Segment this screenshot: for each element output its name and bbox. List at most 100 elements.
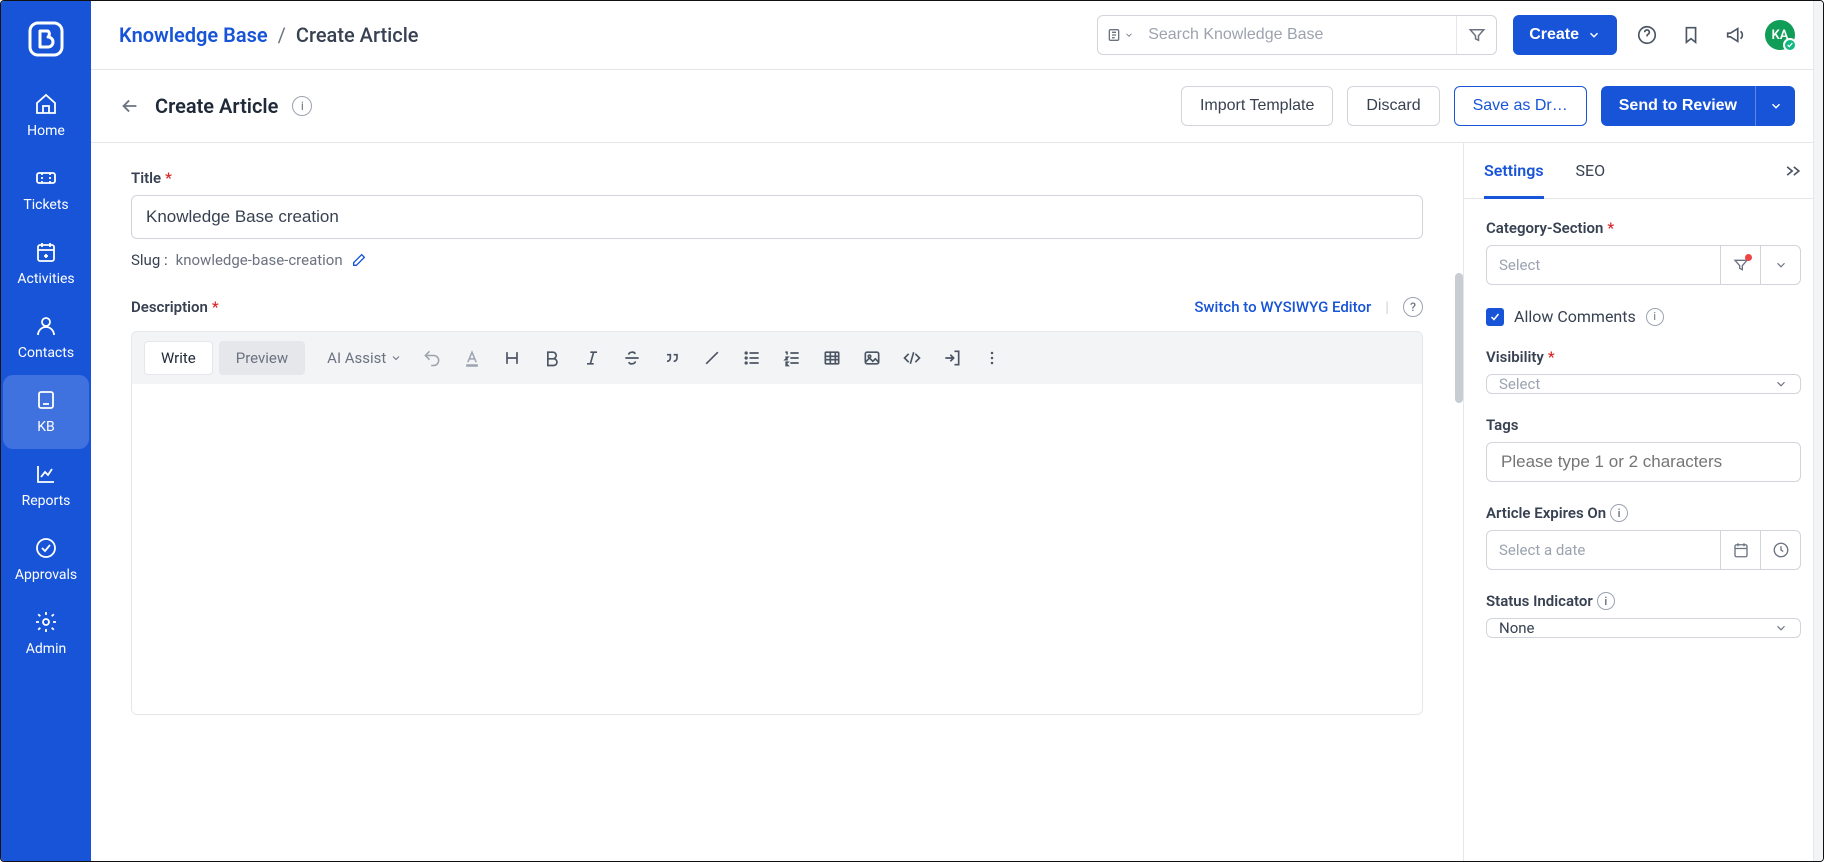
visibility-label: Visibility* (1486, 348, 1801, 366)
expand-panel-icon[interactable] (1783, 161, 1803, 181)
scrollbar-thumb[interactable] (1455, 273, 1463, 403)
sidebar-item-label: Activities (17, 271, 74, 287)
code-icon[interactable] (894, 340, 930, 376)
editor-tab-preview[interactable]: Preview (219, 341, 305, 375)
title-input[interactable] (131, 195, 1423, 239)
description-label: Description* (131, 298, 219, 316)
search-scope-dropdown[interactable] (1098, 16, 1142, 54)
sidebar-item-activities[interactable]: Activities (3, 227, 89, 301)
text-color-icon[interactable] (454, 340, 490, 376)
sidebar-item-reports[interactable]: Reports (3, 449, 89, 523)
sidebar-item-contacts[interactable]: Contacts (3, 301, 89, 375)
chart-icon (33, 461, 59, 487)
italic-icon[interactable] (574, 340, 610, 376)
back-button[interactable] (119, 95, 141, 117)
breadcrumb-separator: / (278, 23, 286, 47)
tab-settings[interactable]: Settings (1484, 143, 1544, 198)
category-filter-button[interactable] (1721, 245, 1761, 285)
divider-icon[interactable] (694, 340, 730, 376)
search-filter-button[interactable] (1456, 16, 1496, 54)
send-review-dropdown[interactable] (1755, 86, 1795, 126)
visibility-select[interactable]: Select (1486, 374, 1801, 394)
announcement-icon[interactable] (1721, 21, 1749, 49)
tags-label: Tags (1486, 416, 1801, 434)
gear-icon (33, 609, 59, 635)
check-circle-icon (33, 535, 59, 561)
editor-column: Title* Slug : knowledge-base-creation De… (91, 143, 1463, 861)
status-label: Status Indicator i (1486, 592, 1801, 610)
allow-comments-label: Allow Comments (1514, 307, 1636, 326)
bullet-list-icon[interactable] (734, 340, 770, 376)
topbar: Knowledge Base / Create Article Create (91, 1, 1823, 70)
bookmark-icon[interactable] (1677, 21, 1705, 49)
breadcrumb-root[interactable]: Knowledge Base (119, 23, 268, 47)
sidebar-item-admin[interactable]: Admin (3, 597, 89, 671)
bold-icon[interactable] (534, 340, 570, 376)
home-icon (33, 91, 59, 117)
app-logo[interactable] (24, 17, 68, 61)
numbered-list-icon[interactable] (774, 340, 810, 376)
table-icon[interactable] (814, 340, 850, 376)
heading-icon[interactable] (494, 340, 530, 376)
sidebar-item-approvals[interactable]: Approvals (3, 523, 89, 597)
ai-assist-button[interactable]: AI Assist (327, 349, 402, 367)
window-scrollbar[interactable] (1813, 1, 1823, 861)
send-review-button[interactable]: Send to Review (1601, 86, 1755, 126)
save-draft-button[interactable]: Save as Dr… (1454, 86, 1587, 126)
sidebar-item-label: Contacts (18, 345, 74, 361)
tab-seo[interactable]: SEO (1576, 143, 1606, 198)
more-icon[interactable] (974, 340, 1010, 376)
allow-comments-info-icon[interactable]: i (1646, 308, 1664, 326)
help-icon[interactable] (1633, 21, 1661, 49)
status-dot-icon (1783, 38, 1797, 52)
calendar-picker-icon[interactable] (1721, 530, 1761, 570)
create-button[interactable]: Create (1513, 15, 1617, 55)
editor-tab-write[interactable]: Write (144, 341, 213, 375)
import-template-button[interactable]: Import Template (1181, 86, 1333, 126)
sidebar-item-kb[interactable]: KB (3, 375, 89, 449)
sidebar-item-label: Approvals (15, 567, 77, 583)
status-select[interactable]: None (1486, 618, 1801, 638)
quote-icon[interactable] (654, 340, 690, 376)
slug-label: Slug : (131, 251, 168, 269)
sidebar-item-label: Reports (22, 493, 71, 509)
actionbar: Create Article i Import Template Discard… (91, 70, 1823, 143)
image-icon[interactable] (854, 340, 890, 376)
create-button-label: Create (1529, 26, 1579, 44)
slug-row: Slug : knowledge-base-creation (131, 251, 1423, 269)
info-icon[interactable]: i (292, 96, 312, 116)
category-label: Category-Section* (1486, 219, 1801, 237)
editor-box: Write Preview AI Assist (131, 331, 1423, 715)
sidebar-item-home[interactable]: Home (3, 79, 89, 153)
editor-toolbar: Write Preview AI Assist (132, 332, 1422, 384)
tags-input[interactable] (1486, 442, 1801, 482)
expires-date-input[interactable]: Select a date (1486, 530, 1721, 570)
search-input[interactable] (1142, 26, 1456, 44)
allow-comments-checkbox[interactable] (1486, 308, 1504, 326)
edit-slug-icon[interactable] (351, 252, 367, 268)
title-label: Title* (131, 169, 1423, 187)
breadcrumb: Knowledge Base / Create Article (119, 23, 419, 47)
sidebar-item-label: Tickets (23, 197, 68, 213)
filter-indicator-dot (1745, 254, 1752, 261)
breadcrumb-current: Create Article (296, 23, 419, 47)
category-dropdown-button[interactable] (1761, 245, 1801, 285)
sidebar-item-label: Home (27, 123, 65, 139)
slug-value: knowledge-base-creation (176, 251, 343, 269)
undo-icon[interactable] (414, 340, 450, 376)
switch-editor-link[interactable]: Switch to WYSIWYG Editor (1194, 298, 1371, 316)
book-icon (33, 387, 59, 413)
user-avatar[interactable]: KA (1765, 20, 1795, 50)
settings-panel: Settings SEO Category-Section* Select (1463, 143, 1823, 861)
editor-textarea[interactable] (132, 384, 1422, 714)
discard-button[interactable]: Discard (1347, 86, 1439, 126)
search-box (1097, 15, 1497, 55)
time-picker-icon[interactable] (1761, 530, 1801, 570)
status-info-icon[interactable]: i (1597, 592, 1615, 610)
description-info-icon[interactable]: ? (1403, 297, 1423, 317)
category-select[interactable]: Select (1486, 245, 1721, 285)
expires-info-icon[interactable]: i (1610, 504, 1628, 522)
export-icon[interactable] (934, 340, 970, 376)
strikethrough-icon[interactable] (614, 340, 650, 376)
sidebar-item-tickets[interactable]: Tickets (3, 153, 89, 227)
